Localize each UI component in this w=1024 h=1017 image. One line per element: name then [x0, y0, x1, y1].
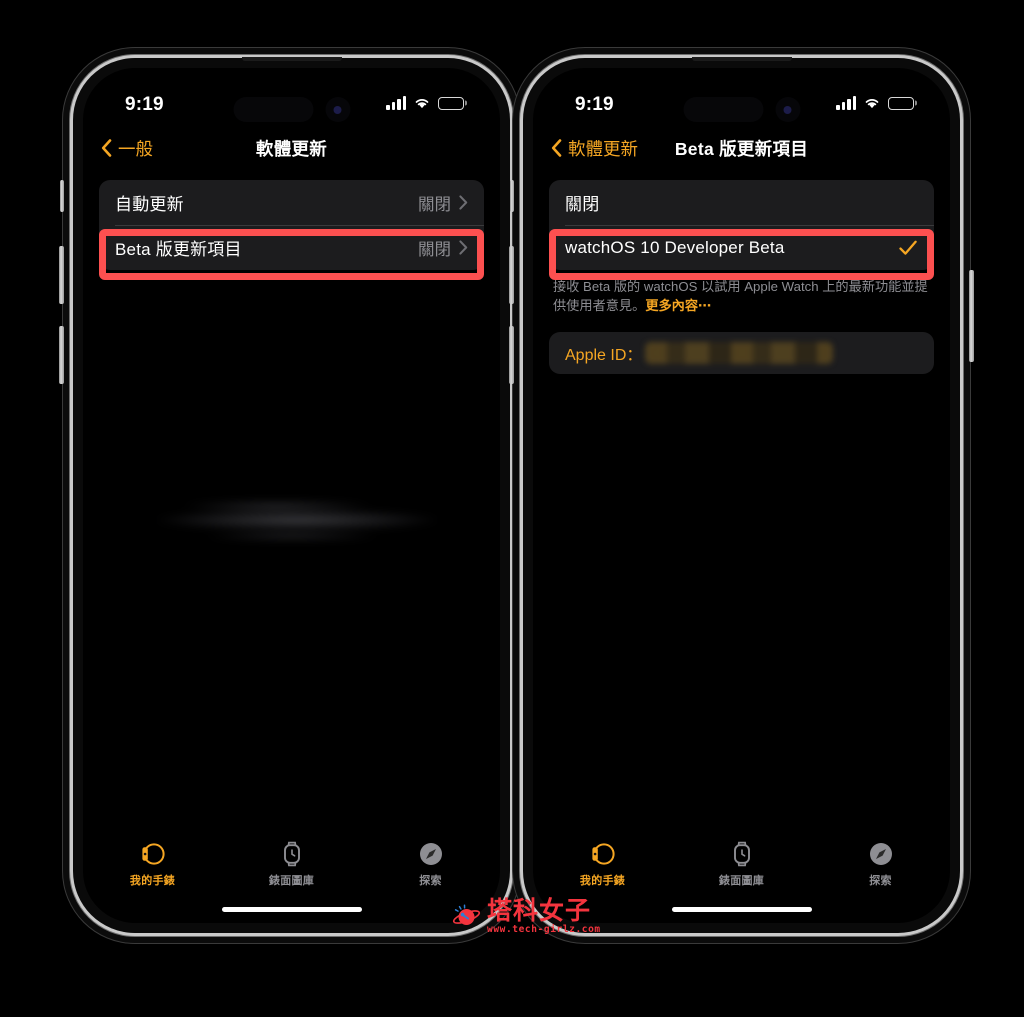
settings-content-left: 自動更新 關閉 Beta 版更新項目 關閉 [83, 172, 500, 270]
tab-face-gallery[interactable]: 錶面圖庫 [222, 840, 361, 888]
dynamic-island [683, 97, 800, 122]
tab-face-gallery[interactable]: 錶面圖庫 [672, 840, 811, 888]
tab-label: 探索 [869, 875, 892, 887]
navigation-bar: 一般 軟體更新 [83, 124, 500, 172]
watermark-url: www.tech-girlz.com [487, 924, 601, 935]
apple-id-row[interactable]: Apple ID： [549, 332, 934, 375]
beta-options-group: 關閉 watchOS 10 Developer Beta [549, 180, 934, 270]
site-watermark: 塔科女子 www.tech-girlz.com [452, 898, 601, 935]
row-value: 關閉 [418, 240, 451, 259]
front-camera-icon [325, 97, 350, 122]
row-auto-update[interactable]: 自動更新 關閉 [99, 180, 484, 225]
status-bar: 9:19 [533, 68, 950, 124]
mute-switch-button[interactable] [510, 180, 514, 212]
volume-up-button[interactable] [509, 246, 514, 304]
dynamic-island-pill [233, 97, 313, 122]
signal-bars-icon [386, 96, 406, 110]
front-camera-icon [775, 97, 800, 122]
page-title: Beta 版更新項目 [674, 138, 809, 159]
phone-screen-left: 9:19 一般 軟體更新 自動更新 關閉 Beta 版更新項目 關閉 我的手錶 … [83, 68, 500, 923]
tab-label: 我的手錶 [579, 875, 626, 887]
phone-screen-right: 9:19 軟體更新 Beta 版更新項目 關閉 watchOS 10 Devel… [533, 68, 950, 923]
battery-icon [438, 96, 464, 110]
status-bar: 9:19 [83, 68, 500, 124]
watermark-text: 塔科女子 www.tech-girlz.com [487, 898, 601, 935]
watch-gallery-icon [733, 841, 750, 867]
watch-face-icon [591, 843, 615, 865]
volume-up-button[interactable] [59, 246, 64, 304]
tab-my-watch[interactable]: 我的手錶 [83, 840, 222, 888]
checkmark-icon [899, 240, 917, 255]
watch-face-icon [141, 843, 165, 865]
watch-gallery-icon [283, 841, 300, 867]
status-bar-indicators [386, 96, 464, 110]
earpiece-speaker [691, 57, 792, 61]
chevron-left-icon [101, 139, 112, 157]
tab-discover[interactable]: 探索 [811, 840, 950, 888]
volume-down-button[interactable] [59, 326, 64, 384]
back-button-label: 軟體更新 [568, 138, 638, 159]
volume-down-button[interactable] [509, 326, 514, 384]
status-bar-time: 9:19 [125, 94, 164, 115]
row-label: 自動更新 [115, 195, 184, 214]
beta-description-footnote: 接收 Beta 版的 watchOS 以試用 Apple Watch 上的最新功… [553, 278, 930, 315]
dynamic-island [233, 97, 350, 122]
watermark-title: 塔科女子 [487, 896, 592, 925]
row-label: 關閉 [565, 195, 600, 214]
tab-discover[interactable]: 探索 [361, 840, 500, 888]
chevron-right-icon [459, 195, 468, 210]
power-button[interactable] [969, 270, 974, 362]
earpiece-speaker [241, 57, 342, 61]
page-title: 軟體更新 [255, 138, 328, 159]
row-beta-updates[interactable]: Beta 版更新項目 關閉 [99, 225, 484, 270]
row-value: 關閉 [418, 195, 451, 214]
dynamic-island-pill [683, 97, 763, 122]
footnote-text: 接收 Beta 版的 watchOS 以試用 Apple Watch 上的最新功… [553, 279, 928, 313]
apple-id-label: Apple ID： [565, 347, 643, 365]
tab-label: 探索 [419, 875, 442, 887]
screenshot-canvas: 9:19 一般 軟體更新 自動更新 關閉 Beta 版更新項目 關閉 我的手錶 … [0, 0, 1024, 1017]
home-indicator[interactable] [221, 907, 362, 912]
wifi-icon [415, 99, 429, 109]
mute-switch-button[interactable] [60, 180, 64, 212]
settings-group: 自動更新 關閉 Beta 版更新項目 關閉 [99, 180, 484, 270]
status-bar-time: 9:19 [575, 94, 614, 115]
iphone-device-left: 9:19 一般 軟體更新 自動更新 關閉 Beta 版更新項目 關閉 我的手錶 … [59, 57, 524, 933]
signal-bars-icon [836, 96, 856, 110]
row-beta-off[interactable]: 關閉 [549, 180, 934, 225]
home-indicator[interactable] [671, 907, 812, 912]
settings-content-right: 關閉 watchOS 10 Developer Beta 接收 Beta 版的 … [533, 172, 950, 375]
compass-discover-icon [419, 843, 442, 865]
apple-id-value-redacted [645, 342, 834, 365]
iphone-device-right: 9:19 軟體更新 Beta 版更新項目 關閉 watchOS 10 Devel… [509, 57, 974, 933]
back-button[interactable]: 軟體更新 [551, 136, 638, 161]
row-watchos-10-developer-beta[interactable]: watchOS 10 Developer Beta [549, 225, 934, 270]
wifi-icon [865, 99, 879, 109]
tab-my-watch[interactable]: 我的手錶 [533, 840, 672, 888]
tab-label: 我的手錶 [129, 875, 176, 887]
tab-label: 錶面圖庫 [268, 875, 315, 887]
row-label: Beta 版更新項目 [115, 240, 242, 259]
back-button-label: 一般 [118, 138, 153, 159]
chevron-right-icon [459, 240, 468, 255]
learn-more-link[interactable]: 更多內容⋯ [645, 298, 711, 313]
planet-logo-icon [452, 904, 481, 926]
chevron-left-icon [551, 139, 562, 157]
back-button[interactable]: 一般 [101, 136, 153, 161]
navigation-bar: 軟體更新 Beta 版更新項目 [533, 124, 950, 172]
tab-label: 錶面圖庫 [718, 875, 765, 887]
row-label: watchOS 10 Developer Beta [565, 237, 785, 257]
status-bar-indicators [836, 96, 914, 110]
redacted-content-blur [97, 484, 487, 556]
battery-icon [888, 96, 914, 110]
compass-discover-icon [869, 843, 892, 865]
